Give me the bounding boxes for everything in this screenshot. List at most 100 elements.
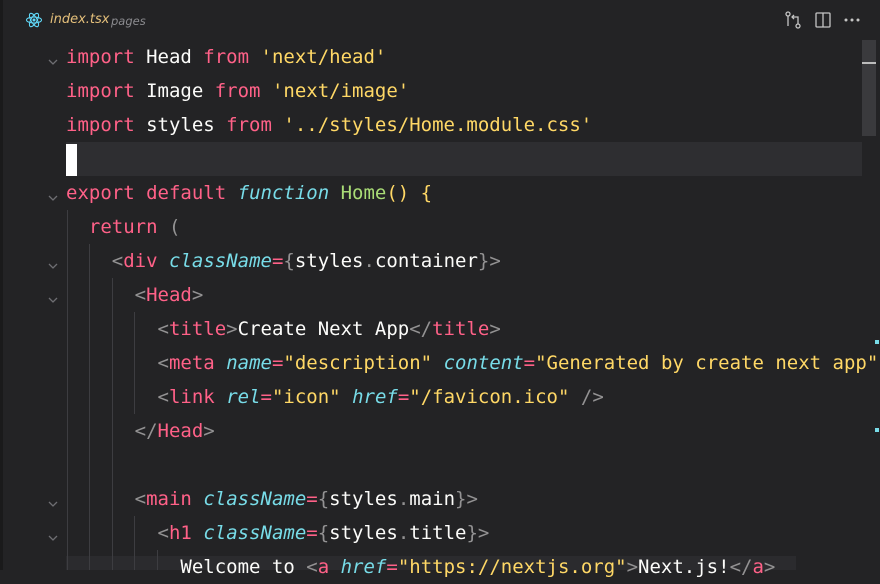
code-token: > bbox=[203, 420, 215, 442]
current-line-highlight bbox=[66, 142, 862, 176]
chevron-down-icon[interactable] bbox=[47, 188, 59, 201]
code-token: = bbox=[397, 386, 410, 408]
vertical-scrollbar[interactable] bbox=[862, 40, 876, 570]
code-token: div bbox=[123, 250, 158, 272]
code-token: = bbox=[271, 352, 284, 374]
code-token: "https://nextjs.org" bbox=[397, 556, 627, 578]
code-token: </ bbox=[729, 556, 753, 578]
code-line[interactable]: import Image from 'next/image' bbox=[66, 74, 409, 108]
code-token: h1 bbox=[168, 522, 192, 544]
code-token: Next.js! bbox=[638, 556, 730, 578]
scrollbar-position-marker bbox=[862, 62, 876, 64]
code-token: { bbox=[283, 250, 295, 272]
code-token: container bbox=[374, 250, 478, 272]
chevron-down-icon[interactable] bbox=[47, 256, 59, 269]
code-line[interactable]: <meta name="description" content="Genera… bbox=[66, 346, 880, 380]
code-token: from bbox=[203, 46, 250, 68]
code-token: = bbox=[306, 488, 318, 510]
code-token: "Generated by create next app" bbox=[535, 352, 879, 374]
code-line[interactable]: <main className={styles.main}> bbox=[66, 482, 478, 516]
code-token: > bbox=[191, 284, 204, 306]
code-token: href bbox=[352, 386, 398, 408]
chevron-down-icon[interactable] bbox=[47, 528, 59, 541]
code-token: title bbox=[409, 522, 467, 544]
code-token: = bbox=[386, 556, 398, 578]
code-line[interactable]: <link rel="icon" href="/favicon.ico" /> bbox=[66, 380, 604, 414]
code-token: styles bbox=[294, 250, 364, 272]
chevron-down-icon[interactable] bbox=[47, 494, 59, 507]
text-cursor bbox=[66, 144, 77, 176]
code-token: styles bbox=[329, 488, 398, 510]
code-token: function bbox=[237, 182, 330, 204]
code-token: </ bbox=[134, 420, 158, 442]
code-token: Image bbox=[134, 80, 215, 102]
code-token: > bbox=[489, 318, 501, 340]
react-icon bbox=[25, 11, 43, 29]
overview-ruler-mark bbox=[875, 340, 879, 344]
code-token: < bbox=[306, 556, 318, 578]
code-token: export bbox=[66, 182, 135, 204]
code-line[interactable]: return ( bbox=[66, 210, 181, 244]
code-token: }> bbox=[477, 250, 501, 272]
code-token: link bbox=[168, 386, 215, 408]
code-token: default bbox=[146, 182, 227, 204]
code-token: 'next/head' bbox=[260, 46, 387, 68]
code-token: . bbox=[363, 250, 375, 272]
code-line[interactable]: <h1 className={styles.title}> bbox=[66, 516, 490, 550]
tab-filename[interactable]: index.tsx bbox=[50, 12, 110, 27]
code-token: "icon" bbox=[271, 386, 341, 408]
code-line[interactable]: <Head> bbox=[66, 278, 204, 312]
code-token: . bbox=[397, 522, 410, 544]
code-token: title bbox=[432, 318, 490, 340]
scrollbar-thumb[interactable] bbox=[862, 40, 876, 136]
code-token: href bbox=[340, 556, 387, 578]
code-line[interactable]: Welcome to < a href="https://nextjs.org" >… bbox=[66, 550, 775, 584]
split-editor-icon[interactable] bbox=[813, 10, 833, 30]
code-token: > bbox=[763, 556, 776, 578]
more-actions-icon[interactable] bbox=[842, 10, 862, 30]
chevron-down-icon[interactable] bbox=[47, 52, 59, 65]
code-token: /> bbox=[569, 386, 604, 408]
code-token: styles bbox=[329, 522, 398, 544]
code-line[interactable]: <div className={styles.container}> bbox=[66, 244, 501, 278]
code-line[interactable]: import styles from '../styles/Home.modul… bbox=[66, 108, 592, 142]
code-line[interactable]: </Head> bbox=[66, 414, 215, 448]
code-token: "description" bbox=[283, 352, 433, 374]
code-token: name bbox=[226, 352, 272, 374]
code-line[interactable]: export default function Home() { bbox=[66, 176, 432, 210]
code-line[interactable]: import Head from 'next/head' bbox=[66, 40, 386, 74]
code-line[interactable]: <title>Create Next App</title> bbox=[66, 312, 501, 346]
code-token: styles bbox=[134, 114, 227, 136]
code-token: < bbox=[157, 522, 169, 544]
code-editor[interactable]: import Head from 'next/head' import Image… bbox=[0, 40, 880, 578]
code-token: < bbox=[111, 250, 124, 272]
code-token: Home bbox=[340, 182, 387, 204]
code-token: "/favicon.ico" bbox=[409, 386, 570, 408]
code-token: = bbox=[523, 352, 536, 374]
code-token: Welcome to bbox=[180, 556, 307, 578]
git-compare-icon[interactable] bbox=[783, 10, 803, 30]
code-token: < bbox=[134, 488, 147, 510]
code-token: < bbox=[134, 284, 147, 306]
code-token: = bbox=[306, 522, 318, 544]
chevron-down-icon[interactable] bbox=[47, 290, 59, 303]
code-token: Head bbox=[157, 420, 204, 442]
code-token: }> bbox=[466, 522, 490, 544]
code-token: main bbox=[146, 488, 192, 510]
code-token: main bbox=[409, 488, 456, 510]
code-token: = bbox=[271, 250, 284, 272]
code-token: a bbox=[752, 556, 764, 578]
code-token: . bbox=[397, 488, 410, 510]
